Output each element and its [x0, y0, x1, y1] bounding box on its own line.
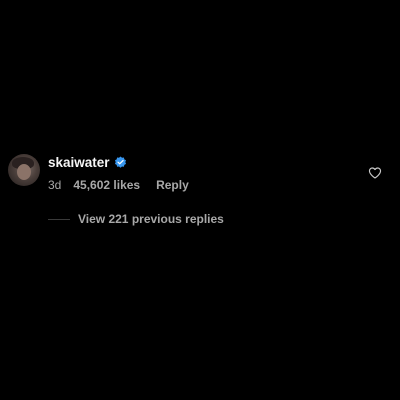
screen: skaiwater 3d 45,602 likes Reply View 221…: [0, 0, 400, 400]
username[interactable]: skaiwater: [48, 155, 110, 170]
like-count[interactable]: 45,602 likes: [73, 178, 140, 192]
view-replies-button[interactable]: View 221 previous replies: [48, 211, 224, 227]
heart-icon[interactable]: [368, 166, 382, 180]
avatar-face: [17, 164, 31, 180]
comment: skaiwater 3d 45,602 likes Reply: [8, 152, 392, 196]
comment-top-line: skaiwater: [48, 152, 358, 172]
view-replies-label: View 221 previous replies: [78, 212, 224, 226]
comment-meta: 3d 45,602 likes Reply: [48, 176, 358, 194]
reply-button[interactable]: Reply: [156, 178, 189, 192]
view-replies-divider: [48, 218, 70, 220]
verified-badge-icon: [114, 156, 127, 169]
avatar[interactable]: [8, 154, 40, 186]
comment-body: skaiwater 3d 45,602 likes Reply: [48, 152, 358, 194]
comment-time: 3d: [48, 178, 62, 192]
